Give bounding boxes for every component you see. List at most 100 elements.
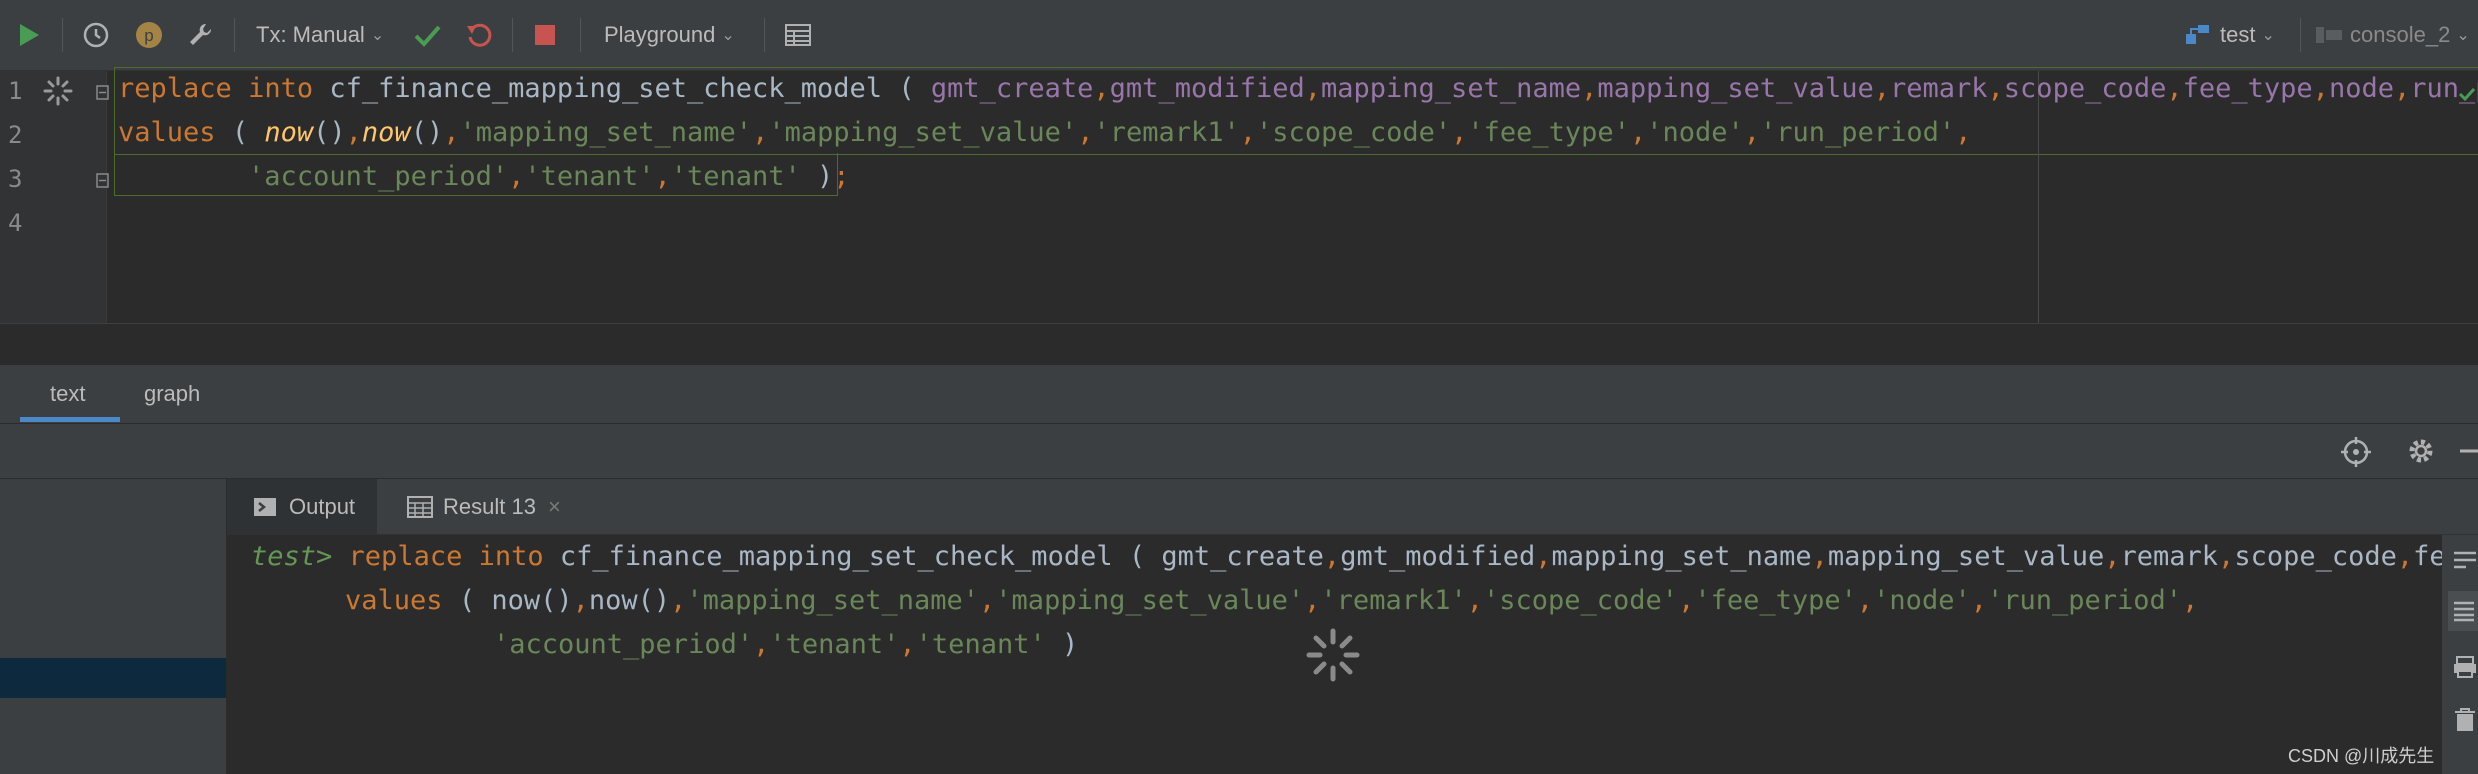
column-name: mapping_set_name: [1321, 73, 1582, 104]
string-literal: 'run_period': [1760, 117, 1956, 148]
print-icon[interactable]: [2452, 655, 2478, 679]
stop-button[interactable]: [532, 0, 558, 70]
gear-icon[interactable]: [2406, 436, 2436, 466]
column-name: remark: [2120, 541, 2219, 572]
console-dropdown[interactable]: console_2 ⌄: [2314, 0, 2470, 70]
string-literal: 'run_period': [1986, 585, 2183, 616]
stop-icon: [535, 25, 555, 45]
keyword: values: [118, 117, 216, 148]
column-name: gmt_create: [930, 73, 1094, 104]
keyword: into: [248, 73, 314, 104]
keyword: replace: [348, 541, 463, 572]
column-name: mapping_set_value: [1827, 541, 2105, 572]
column-name: mapping_set_name: [1551, 541, 1812, 572]
keyword: values: [345, 585, 443, 616]
fold-end-icon[interactable]: [96, 173, 110, 189]
paren: (: [231, 117, 249, 148]
string-literal: 'fee_type': [1467, 117, 1630, 148]
tx-mode-dropdown[interactable]: Tx: Manual ⌄: [256, 0, 384, 70]
commit-button[interactable]: [412, 0, 442, 70]
scroll-end-icon: [2454, 601, 2474, 622]
minimize-icon[interactable]: [2458, 436, 2478, 466]
column-name: fee_type: [2182, 73, 2313, 104]
console-side-toolbar: [2442, 535, 2478, 774]
console-output-icon: [254, 497, 276, 516]
column-name: remark: [1889, 73, 1988, 104]
column-name: gmt_modified: [1340, 541, 1536, 572]
panel-divider[interactable]: [0, 323, 2478, 366]
string-literal: 'account_period': [248, 161, 509, 192]
p-badge-icon: p: [136, 22, 162, 48]
string-literal: 'tenant': [769, 629, 900, 660]
tx-mode-label: Tx: Manual: [256, 22, 365, 47]
datasource-dropdown[interactable]: test ⌄: [2184, 0, 2275, 70]
console-text: now(): [588, 585, 671, 616]
scroll-to-end-button[interactable]: [2448, 591, 2478, 631]
playground-dropdown[interactable]: Playground ⌄: [604, 0, 735, 70]
string-literal: 'tenant': [915, 629, 1046, 660]
string-literal: 'node': [1873, 585, 1971, 616]
services-tree[interactable]: [0, 479, 227, 774]
string-literal: 'mapping_set_value': [768, 117, 1078, 148]
rollback-icon: [467, 23, 492, 47]
datasource-label: test: [2220, 22, 2256, 47]
string-literal: 'node': [1646, 117, 1744, 148]
tab-output-label: Output: [289, 493, 356, 519]
console-text: cf_finance_mapping_set_check_model ( gmt…: [559, 541, 1324, 572]
console-icon: [2316, 27, 2342, 43]
fold-icon[interactable]: [96, 85, 110, 101]
column-name: scope_code: [2234, 541, 2397, 572]
chevron-down-icon: ⌄: [2456, 27, 2470, 44]
target-icon[interactable]: [2340, 436, 2372, 468]
soft-wrap-icon[interactable]: [2452, 549, 2478, 573]
check-icon: [414, 25, 441, 47]
console-line-2: values ( now(),now(),'mapping_set_name',…: [345, 585, 2199, 616]
run-icon: [20, 24, 39, 46]
string-literal: 'scope_code': [1256, 117, 1452, 148]
line-number: 4: [8, 209, 23, 237]
tab-graph-label: graph: [144, 381, 201, 406]
string-literal: 'remark1': [1320, 585, 1467, 616]
pin-button[interactable]: p: [134, 0, 164, 70]
tab-text-label: text: [50, 381, 86, 406]
table-icon: [785, 24, 811, 46]
close-icon[interactable]: ×: [548, 494, 561, 520]
output-tabs: Output Result 13 ×: [227, 479, 2478, 535]
string-literal: 'tenant': [670, 161, 801, 192]
tab-text[interactable]: text: [50, 365, 85, 423]
line-number: 1: [8, 77, 23, 105]
selected-tree-row[interactable]: [0, 658, 226, 698]
loading-spinner-icon: [43, 76, 73, 106]
loading-spinner-icon: [1306, 628, 1360, 682]
table-view-button[interactable]: [784, 0, 812, 70]
console-output[interactable]: test> replace into cf_finance_mapping_se…: [227, 535, 2478, 774]
string-literal: 'scope_code': [1483, 585, 1679, 616]
chevron-down-icon: ⌄: [2261, 27, 2275, 44]
paren: ): [1061, 629, 1079, 660]
table-icon: [407, 495, 433, 518]
tab-graph[interactable]: graph: [144, 365, 200, 423]
history-button[interactable]: [82, 0, 110, 70]
tab-output[interactable]: Output: [227, 479, 377, 534]
trash-icon[interactable]: [2452, 707, 2478, 733]
keyword: replace: [118, 73, 232, 104]
string-literal: 'account_period': [493, 629, 754, 660]
rollback-button[interactable]: [464, 0, 494, 70]
string-literal: 'fee_type': [1694, 585, 1857, 616]
column-name: node: [2328, 73, 2394, 104]
tab-result-label: Result 13: [443, 493, 536, 519]
chevron-down-icon: ⌄: [721, 27, 735, 44]
editor-line-3: 'account_period','tenant','tenant' );: [248, 161, 850, 192]
semicolon: ;: [833, 161, 850, 192]
run-button[interactable]: [16, 0, 42, 70]
line-number: 2: [8, 121, 23, 149]
tab-result[interactable]: Result 13 ×: [407, 479, 561, 534]
function-name: now: [361, 117, 411, 148]
settings-wrench-button[interactable]: [186, 0, 214, 70]
editor-line-1: replace into cf_finance_mapping_set_chec…: [118, 73, 2478, 104]
svg-text:p: p: [144, 26, 153, 45]
sql-editor[interactable]: 1 2 3 4 replace into cf_finance_mapping_…: [0, 67, 2478, 323]
column-name: scope_code: [2003, 73, 2167, 104]
column-name: gmt_modified: [1109, 73, 1305, 104]
console-line-1: test> replace into cf_finance_mapping_se…: [251, 541, 2478, 572]
